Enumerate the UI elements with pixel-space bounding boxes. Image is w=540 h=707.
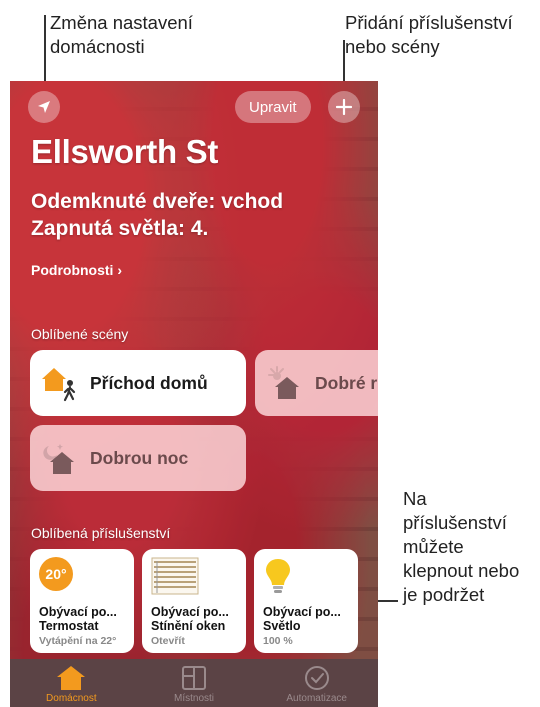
- favorite-scenes-heading: Oblíbené scény: [31, 326, 129, 342]
- callout-tap-hold: Na příslušenství můžete klepnout nebo je…: [403, 488, 520, 605]
- edit-button[interactable]: Upravit: [235, 91, 311, 123]
- tab-label-automation: Automatizace: [286, 693, 347, 704]
- accessory-light[interactable]: Obývací po... Světlo 100 %: [254, 549, 358, 653]
- location-arrow-icon: [38, 101, 50, 113]
- accessory-room: Obývací po...: [39, 605, 117, 619]
- scene-arrive-home[interactable]: Příchod domů: [30, 350, 246, 416]
- accessory-name: Termostat: [39, 619, 99, 633]
- accessory-name: Stínění oken: [151, 619, 226, 633]
- tab-home[interactable]: Domácnost: [10, 659, 133, 707]
- tab-automation[interactable]: Automatizace: [255, 659, 378, 707]
- favorite-accessories-heading: Oblíbená příslušenství: [31, 525, 171, 541]
- accessory-status: Vytápění na 22°: [39, 635, 117, 647]
- callout-add-accessory: Přidání příslušenství nebo scény: [345, 12, 513, 57]
- tab-bar: Domácnost Místnosti Automatizace: [10, 659, 378, 707]
- status-line-lights: Zapnutá světla: 4.: [31, 217, 209, 240]
- details-link[interactable]: Podrobnosti ›: [31, 262, 122, 278]
- accessory-window-blinds[interactable]: Obývací po... Stínění oken Otevřít: [142, 549, 246, 653]
- arrive-home-icon: [42, 368, 76, 402]
- tab-label-home: Domácnost: [46, 693, 97, 704]
- status-line-doors: Odemknuté dveře: vchod: [31, 190, 284, 213]
- home-title: Ellsworth St: [31, 133, 219, 170]
- tab-label-rooms: Místnosti: [174, 693, 215, 704]
- accessory-room: Obývací po...: [263, 605, 341, 619]
- thermostat-badge: 20°: [39, 557, 73, 591]
- accessory-thermostat[interactable]: 20° Obývací po... Termostat Vytápění na …: [30, 549, 134, 653]
- rooms-icon: [182, 666, 206, 690]
- accessory-name: Světlo: [263, 619, 301, 633]
- scene-label-good-morning: Dobré r: [315, 372, 378, 393]
- accessory-room: Obývací po...: [151, 605, 229, 619]
- callout-home-settings: Změna nastavení domácnosti: [50, 12, 193, 57]
- home-app-screen: Upravit Ellsworth St Odemknuté dveře: vc…: [10, 81, 378, 707]
- thermostat-icon: 20°: [39, 557, 125, 595]
- automation-icon: [304, 666, 329, 690]
- scene-label-good-night: Dobrou noc: [90, 447, 189, 468]
- accessory-status: 100 %: [263, 635, 293, 647]
- good-morning-icon: [268, 366, 299, 399]
- scene-good-night[interactable]: Dobrou noc: [30, 425, 246, 491]
- home-settings-button[interactable]: [28, 91, 60, 123]
- accessory-status: Otevřít: [151, 635, 185, 647]
- house-icon: [57, 666, 86, 690]
- scene-good-morning[interactable]: Dobré r: [255, 350, 378, 416]
- tab-rooms[interactable]: Místnosti: [133, 659, 256, 707]
- good-night-icon: [43, 444, 74, 474]
- scene-label-arrive-home: Příchod domů: [90, 372, 208, 393]
- add-button[interactable]: [328, 91, 360, 123]
- window-blinds-icon: [151, 557, 199, 595]
- lightbulb-icon: [266, 559, 290, 593]
- plus-icon: [336, 99, 352, 115]
